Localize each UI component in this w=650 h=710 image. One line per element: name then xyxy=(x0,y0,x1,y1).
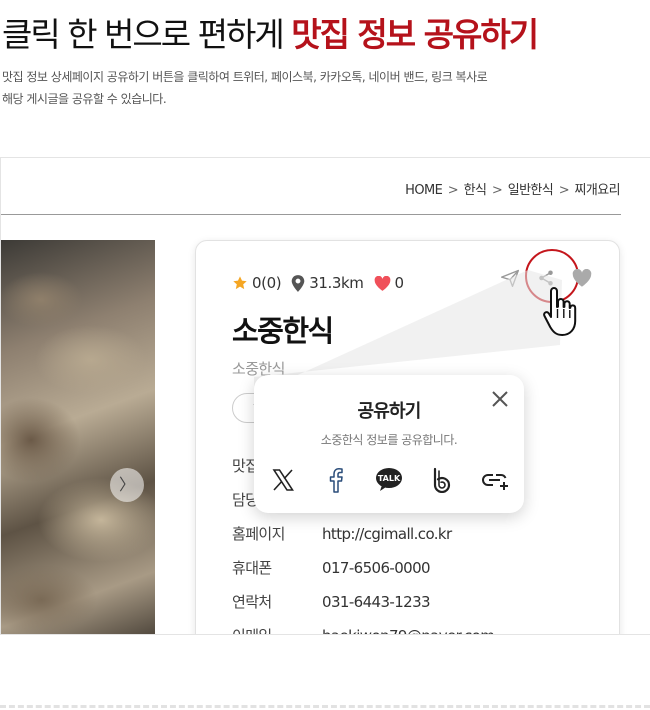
breadcrumb-separator: > xyxy=(447,183,459,198)
info-row: 이메일baekjwon79@naver.com xyxy=(232,625,495,634)
location-pin-icon xyxy=(291,274,305,292)
headline-main: 클릭 한 번으로 편하게 xyxy=(2,15,292,54)
section-divider xyxy=(0,705,650,708)
info-row: 연락처 031-6443-1233 xyxy=(232,591,431,612)
facebook-icon xyxy=(324,467,348,497)
heart-icon xyxy=(374,275,391,291)
description-line-1: 맛집 정보 상세페이지 공유하기 버튼을 클릭하여 트위터, 페이스북, 카카오… xyxy=(2,70,488,84)
kakaotalk-icon: TALK xyxy=(375,467,403,497)
breadcrumb-korean[interactable]: 한식 xyxy=(464,183,487,198)
info-row: 홈페이지 http://cgimall.co.kr xyxy=(232,523,452,544)
breadcrumb-divider xyxy=(1,214,621,215)
homepage-link[interactable]: http://cgimall.co.kr xyxy=(322,525,452,543)
info-key: 홈페이지 xyxy=(232,525,285,543)
breadcrumb-separator: > xyxy=(491,183,503,198)
pointer-hand-icon xyxy=(543,285,579,337)
info-key: 연락처 xyxy=(232,593,272,611)
restaurant-title: 소중한식 xyxy=(232,314,334,348)
gallery-next-button[interactable]: 〉 xyxy=(110,468,144,502)
headline-accent: 맛집 정보 공유하기 xyxy=(291,15,539,54)
link-copy-icon xyxy=(481,469,509,495)
close-icon xyxy=(488,391,512,415)
breadcrumb-stew[interactable]: 찌개요리 xyxy=(575,183,621,198)
share-band-button[interactable] xyxy=(427,467,457,497)
star-icon xyxy=(232,275,248,291)
share-popup: 공유하기 소중한식 정보를 공유합니다. TALK xyxy=(254,375,524,513)
info-row: 휴대폰 017-6506-0000 xyxy=(232,557,431,578)
phone-value: 031-6443-1233 xyxy=(322,593,431,611)
info-key: 휴대폰 xyxy=(232,559,272,577)
popup-title: 공유하기 xyxy=(357,401,421,422)
card-stats: 0(0) 31.3km 0 xyxy=(232,274,404,292)
breadcrumb-home[interactable]: HOME xyxy=(405,183,443,198)
description-line-2: 해당 게시글을 공유할 수 있습니다. xyxy=(2,92,167,106)
share-kakaotalk-button[interactable]: TALK xyxy=(374,467,404,497)
popup-description: 소중한식 정보를 공유합니다. xyxy=(320,433,458,447)
breadcrumb-separator: > xyxy=(558,183,570,198)
breadcrumb-general-korean[interactable]: 일반한식 xyxy=(508,183,554,198)
copy-link-button[interactable] xyxy=(480,467,510,497)
rating-value: 0(0) xyxy=(252,274,282,292)
page-headline: 클릭 한 번으로 편하게 맛집 정보 공유하기 xyxy=(2,8,539,56)
page-description: 맛집 정보 상세페이지 공유하기 버튼을 클릭하여 트위터, 페이스북, 카카오… xyxy=(2,66,602,110)
x-twitter-icon xyxy=(271,468,295,496)
share-twitter-button[interactable] xyxy=(268,467,298,497)
info-key: 이메일 xyxy=(232,625,322,634)
kakaotalk-badge-text: TALK xyxy=(378,474,401,483)
mobile-value: 017-6506-0000 xyxy=(322,559,431,577)
send-icon xyxy=(500,268,520,292)
email-value: baekjwon79@naver.com xyxy=(322,627,495,634)
naver-band-icon xyxy=(430,467,454,497)
send-button[interactable] xyxy=(495,265,525,295)
share-targets: TALK xyxy=(268,467,510,497)
likes-count: 0 xyxy=(394,274,405,292)
distance-value: 31.3km xyxy=(309,274,364,292)
breadcrumb: HOME > 한식 > 일반한식 > 찌개요리 xyxy=(405,179,620,198)
popup-close-button[interactable] xyxy=(488,387,512,411)
share-facebook-button[interactable] xyxy=(321,467,351,497)
food-photo xyxy=(1,240,155,634)
